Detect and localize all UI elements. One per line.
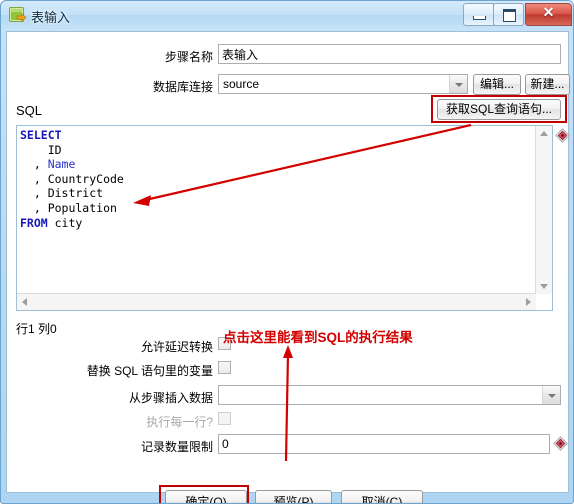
limit-input[interactable] [218,434,550,454]
cancel-button[interactable]: 取消(C) [341,490,423,503]
window-controls: ✕ [463,3,572,26]
scroll-up-icon[interactable] [540,131,548,136]
editor-cursor-status: 行1 列0 [16,322,57,336]
lazy-convert-checkbox[interactable] [218,337,231,350]
title-bar: 表输入 ✕ [1,1,573,30]
table-input-step-icon [9,7,26,22]
preview-button[interactable]: 预览(P) [255,490,332,503]
scroll-left-icon[interactable] [22,298,27,306]
sql-editor-vertical-scrollbar[interactable] [535,126,552,294]
variable-indicator-icon-2 [553,436,568,451]
replace-variables-checkbox[interactable] [218,361,231,374]
replace-variables-label: 替换 SQL 语句里的变量 [86,364,213,378]
connection-value: source [223,77,260,91]
variable-indicator-icon [555,128,570,143]
dialog-window: 表输入 ✕ 步骤名称 数据库连接 source 编辑... 新建... SQL … [0,0,574,504]
limit-label: 记录数量限制 [140,440,213,454]
scroll-right-icon[interactable] [526,298,531,306]
connection-combo[interactable]: source [218,74,468,94]
minimize-button[interactable] [463,3,494,26]
step-name-input[interactable] [218,44,561,64]
maximize-icon [503,9,516,22]
insert-from-step-label: 从步骤插入数据 [128,391,213,405]
chevron-down-icon-2[interactable] [542,386,560,404]
get-sql-button[interactable]: 获取SQL查询语句... [437,99,561,120]
scroll-down-icon[interactable] [540,284,548,289]
new-connection-button[interactable]: 新建... [525,74,570,95]
insert-from-step-combo[interactable] [218,385,561,405]
sql-text: SELECT ID , Name , CountryCode , Distric… [20,128,124,230]
maximize-button[interactable] [493,3,524,26]
lazy-convert-label: 允许延迟转换 [140,340,213,354]
execute-each-row-checkbox [218,412,231,425]
step-name-label: 步骤名称 [164,50,213,64]
chevron-down-icon[interactable] [449,75,467,93]
close-button[interactable]: ✕ [525,3,572,26]
sql-editor-horizontal-scrollbar[interactable] [17,293,536,310]
window-title: 表输入 [31,10,71,25]
ok-button[interactable]: 确定(O) [165,490,247,503]
dialog-body: 步骤名称 数据库连接 source 编辑... 新建... SQL 获取SQL查… [6,31,570,503]
edit-connection-button[interactable]: 编辑... [473,74,521,95]
close-icon: ✕ [542,6,555,21]
minimize-icon [473,16,486,20]
execute-each-row-label: 执行每一行? [146,415,213,429]
sql-editor[interactable]: SELECT ID , Name , CountryCode , Distric… [16,125,553,311]
sql-label: SQL [16,103,43,118]
connection-label: 数据库连接 [152,80,213,94]
